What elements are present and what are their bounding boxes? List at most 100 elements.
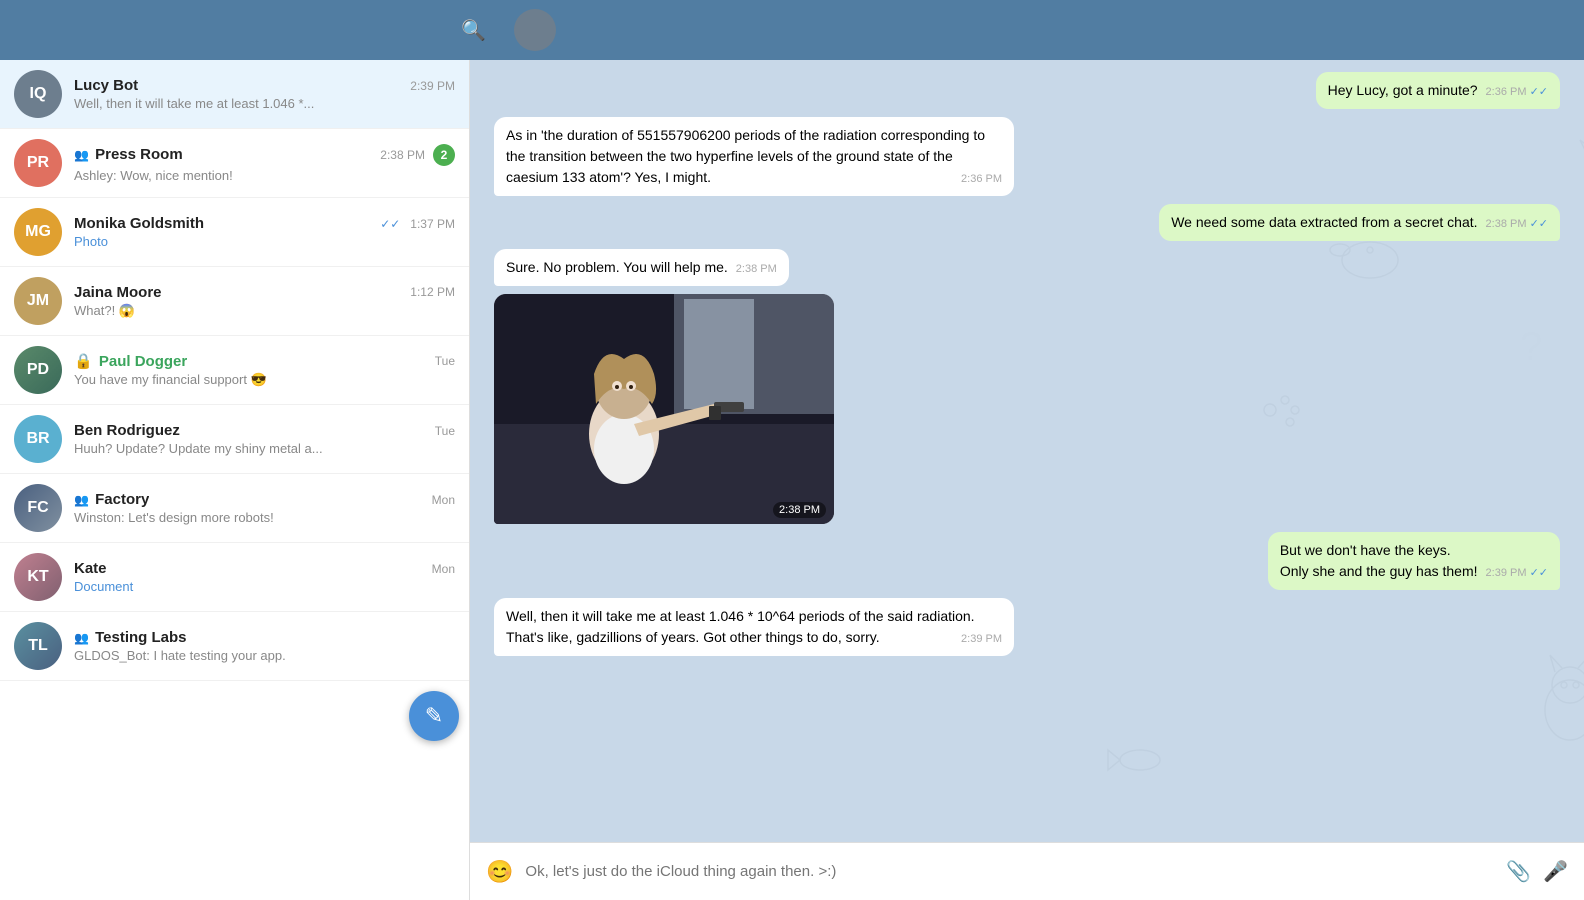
chat-info-lucy-bot: Lucy Bot 2:39 PM Well, then it will take… <box>74 77 455 111</box>
chat-preview-press-room: Ashley: Wow, nice mention! <box>74 168 455 183</box>
message-text-msg4: Sure. No problem. You will help me. <box>506 259 728 275</box>
message-bubble-msg7: Well, then it will take me at least 1.04… <box>494 598 1014 656</box>
chat-preview-testing-labs: GLDOS_Bot: I hate testing your app. <box>74 648 455 663</box>
chat-avatar-paul: PD <box>14 346 62 394</box>
attach-button[interactable]: 📎 <box>1506 859 1531 884</box>
chat-avatar-factory: FC <box>14 484 62 532</box>
chat-info-factory: 👥 Factory Mon Winston: Let's design more… <box>74 491 455 525</box>
message-text-msg6: But we don't have the keys.Only she and … <box>1280 542 1478 579</box>
chat-time-jaina: 1:12 PM <box>410 285 455 299</box>
chat-time-press-room: 2:38 PM <box>380 148 425 162</box>
message-text-msg3: We need some data extracted from a secre… <box>1171 214 1477 230</box>
chat-avatar-ben: BR <box>14 415 62 463</box>
message-bubble-msg4: Sure. No problem. You will help me. 2:38… <box>494 249 789 286</box>
app-header: 🔍 <box>0 0 1584 60</box>
mic-button[interactable]: 🎤 <box>1543 859 1568 884</box>
search-icon[interactable]: 🔍 <box>461 18 486 43</box>
message-time-msg6: 2:39 PM ✓✓ <box>1486 565 1548 582</box>
chat-info-testing-labs: 👥 Testing Labs GLDOS_Bot: I hate testing… <box>74 629 455 663</box>
chat-avatar-kate: KT <box>14 553 62 601</box>
group-icon: 👥 <box>74 493 89 507</box>
chat-info-jaina: Jaina Moore 1:12 PM What?! 😱 <box>74 284 455 319</box>
chat-preview-factory: Winston: Let's design more robots! <box>74 510 455 525</box>
chat-list-item-kate[interactable]: KT Kate Mon Document <box>0 543 469 612</box>
message-bubble-msg6: But we don't have the keys.Only she and … <box>1268 532 1560 590</box>
chat-avatar-press-room: PR <box>14 139 62 187</box>
lucy-image <box>494 294 834 524</box>
sidebar-header: 🔍 <box>16 18 486 43</box>
group-icon: 👥 <box>74 631 89 645</box>
messages-container: Hey Lucy, got a minute? 2:36 PM ✓✓ As in… <box>470 60 1584 842</box>
chat-area: ? ? <box>470 60 1584 900</box>
chat-list-item-testing-labs[interactable]: TL 👥 Testing Labs GLDOS_Bot: I hate test… <box>0 612 469 681</box>
chat-name-factory: 👥 Factory <box>74 491 149 508</box>
chat-name-ben: Ben Rodriguez <box>74 422 180 439</box>
chat-header <box>486 9 1568 51</box>
message-input[interactable] <box>525 863 1494 880</box>
message-bubble-msg3: We need some data extracted from a secre… <box>1159 204 1560 241</box>
chat-time-factory: Mon <box>432 493 455 507</box>
message-time-msg7: 2:39 PM <box>961 631 1002 648</box>
chat-preview-monika: Photo <box>74 234 455 249</box>
message-text-msg2: As in 'the duration of 551557906200 peri… <box>506 127 985 185</box>
chat-preview-ben: Huuh? Update? Update my shiny metal a... <box>74 441 455 456</box>
message-row-msg3: We need some data extracted from a secre… <box>494 204 1560 241</box>
chat-name-jaina: Jaina Moore <box>74 284 162 301</box>
chat-list-item-paul[interactable]: PD 🔒 Paul Dogger Tue You have my financi… <box>0 336 469 405</box>
chat-list-item-press-room[interactable]: PR 👥 Press Room 2:38 PM 2 Ashley: Wow, n… <box>0 129 469 198</box>
chat-avatar <box>514 9 556 51</box>
main-content: IQ Lucy Bot 2:39 PM Well, then it will t… <box>0 60 1584 900</box>
message-row-msg2: As in 'the duration of 551557906200 peri… <box>494 117 1560 196</box>
chat-avatar-jaina: JM <box>14 277 62 325</box>
chat-list-item-jaina[interactable]: JM Jaina Moore 1:12 PM What?! 😱 <box>0 267 469 336</box>
chat-list: IQ Lucy Bot 2:39 PM Well, then it will t… <box>0 60 470 900</box>
message-row-msg7: Well, then it will take me at least 1.04… <box>494 598 1560 656</box>
image-timestamp: 2:38 PM <box>773 502 826 518</box>
chat-name-press-room: 👥 Press Room <box>74 146 183 163</box>
message-text-msg1: Hey Lucy, got a minute? <box>1328 82 1478 98</box>
chat-time-ben: Tue <box>435 424 455 438</box>
chat-info-ben: Ben Rodriguez Tue Huuh? Update? Update m… <box>74 422 455 456</box>
chat-avatar-testing-labs: TL <box>14 622 62 670</box>
compose-fab[interactable]: ✎ <box>409 691 459 741</box>
message-row-msg6: But we don't have the keys.Only she and … <box>494 532 1560 590</box>
chat-time-kate: Mon <box>432 562 455 576</box>
message-check-msg1: ✓✓ <box>1530 86 1548 98</box>
message-time-msg4: 2:38 PM <box>736 261 777 278</box>
double-check-icon: ✓✓ <box>380 217 400 231</box>
chat-list-item-factory[interactable]: FC 👥 Factory Mon Winston: Let's design m… <box>0 474 469 543</box>
message-check-msg6: ✓✓ <box>1530 567 1548 579</box>
chat-name-paul: 🔒 Paul Dogger <box>74 352 187 370</box>
message-time-msg2: 2:36 PM <box>961 171 1002 188</box>
chat-list-item-monika[interactable]: MG Monika Goldsmith ✓✓ 1:37 PM Photo <box>0 198 469 267</box>
emoji-button[interactable]: 😊 <box>486 859 513 885</box>
chat-list-item-ben[interactable]: BR Ben Rodriguez Tue Huuh? Update? Updat… <box>0 405 469 474</box>
message-check-msg3: ✓✓ <box>1530 218 1548 230</box>
chat-time-monika: 1:37 PM <box>410 217 455 231</box>
lock-icon: 🔒 <box>74 353 93 370</box>
message-row-msg5: 2:38 PM <box>494 294 1560 524</box>
message-time-msg1: 2:36 PM ✓✓ <box>1486 84 1548 101</box>
chat-name-lucy-bot: Lucy Bot <box>74 77 138 94</box>
chat-name-testing-labs: 👥 Testing Labs <box>74 629 187 646</box>
unread-badge-press-room: 2 <box>433 144 455 166</box>
compose-icon: ✎ <box>425 703 443 729</box>
chat-time-paul: Tue <box>435 354 455 368</box>
chat-name-kate: Kate <box>74 560 107 577</box>
chat-time-lucy-bot: 2:39 PM <box>410 79 455 93</box>
group-icon: 👥 <box>74 148 89 162</box>
chat-info-paul: 🔒 Paul Dogger Tue You have my financial … <box>74 352 455 388</box>
chat-info-press-room: 👥 Press Room 2:38 PM 2 Ashley: Wow, nice… <box>74 144 455 183</box>
message-bubble-msg1: Hey Lucy, got a minute? 2:36 PM ✓✓ <box>1316 72 1560 109</box>
image-bubble: 2:38 PM <box>494 294 834 524</box>
chat-preview-jaina: What?! 😱 <box>74 303 455 319</box>
message-time-msg3: 2:38 PM ✓✓ <box>1486 216 1548 233</box>
image-content: 2:38 PM <box>494 294 834 524</box>
message-bubble-msg2: As in 'the duration of 551557906200 peri… <box>494 117 1014 196</box>
chat-avatar-monika: MG <box>14 208 62 256</box>
chat-info-kate: Kate Mon Document <box>74 560 455 594</box>
message-input-bar: 😊 📎 🎤 <box>470 842 1584 900</box>
chat-list-item-lucy-bot[interactable]: IQ Lucy Bot 2:39 PM Well, then it will t… <box>0 60 469 129</box>
chat-preview-paul: You have my financial support 😎 <box>74 372 455 388</box>
chat-preview-lucy-bot: Well, then it will take me at least 1.04… <box>74 96 455 111</box>
